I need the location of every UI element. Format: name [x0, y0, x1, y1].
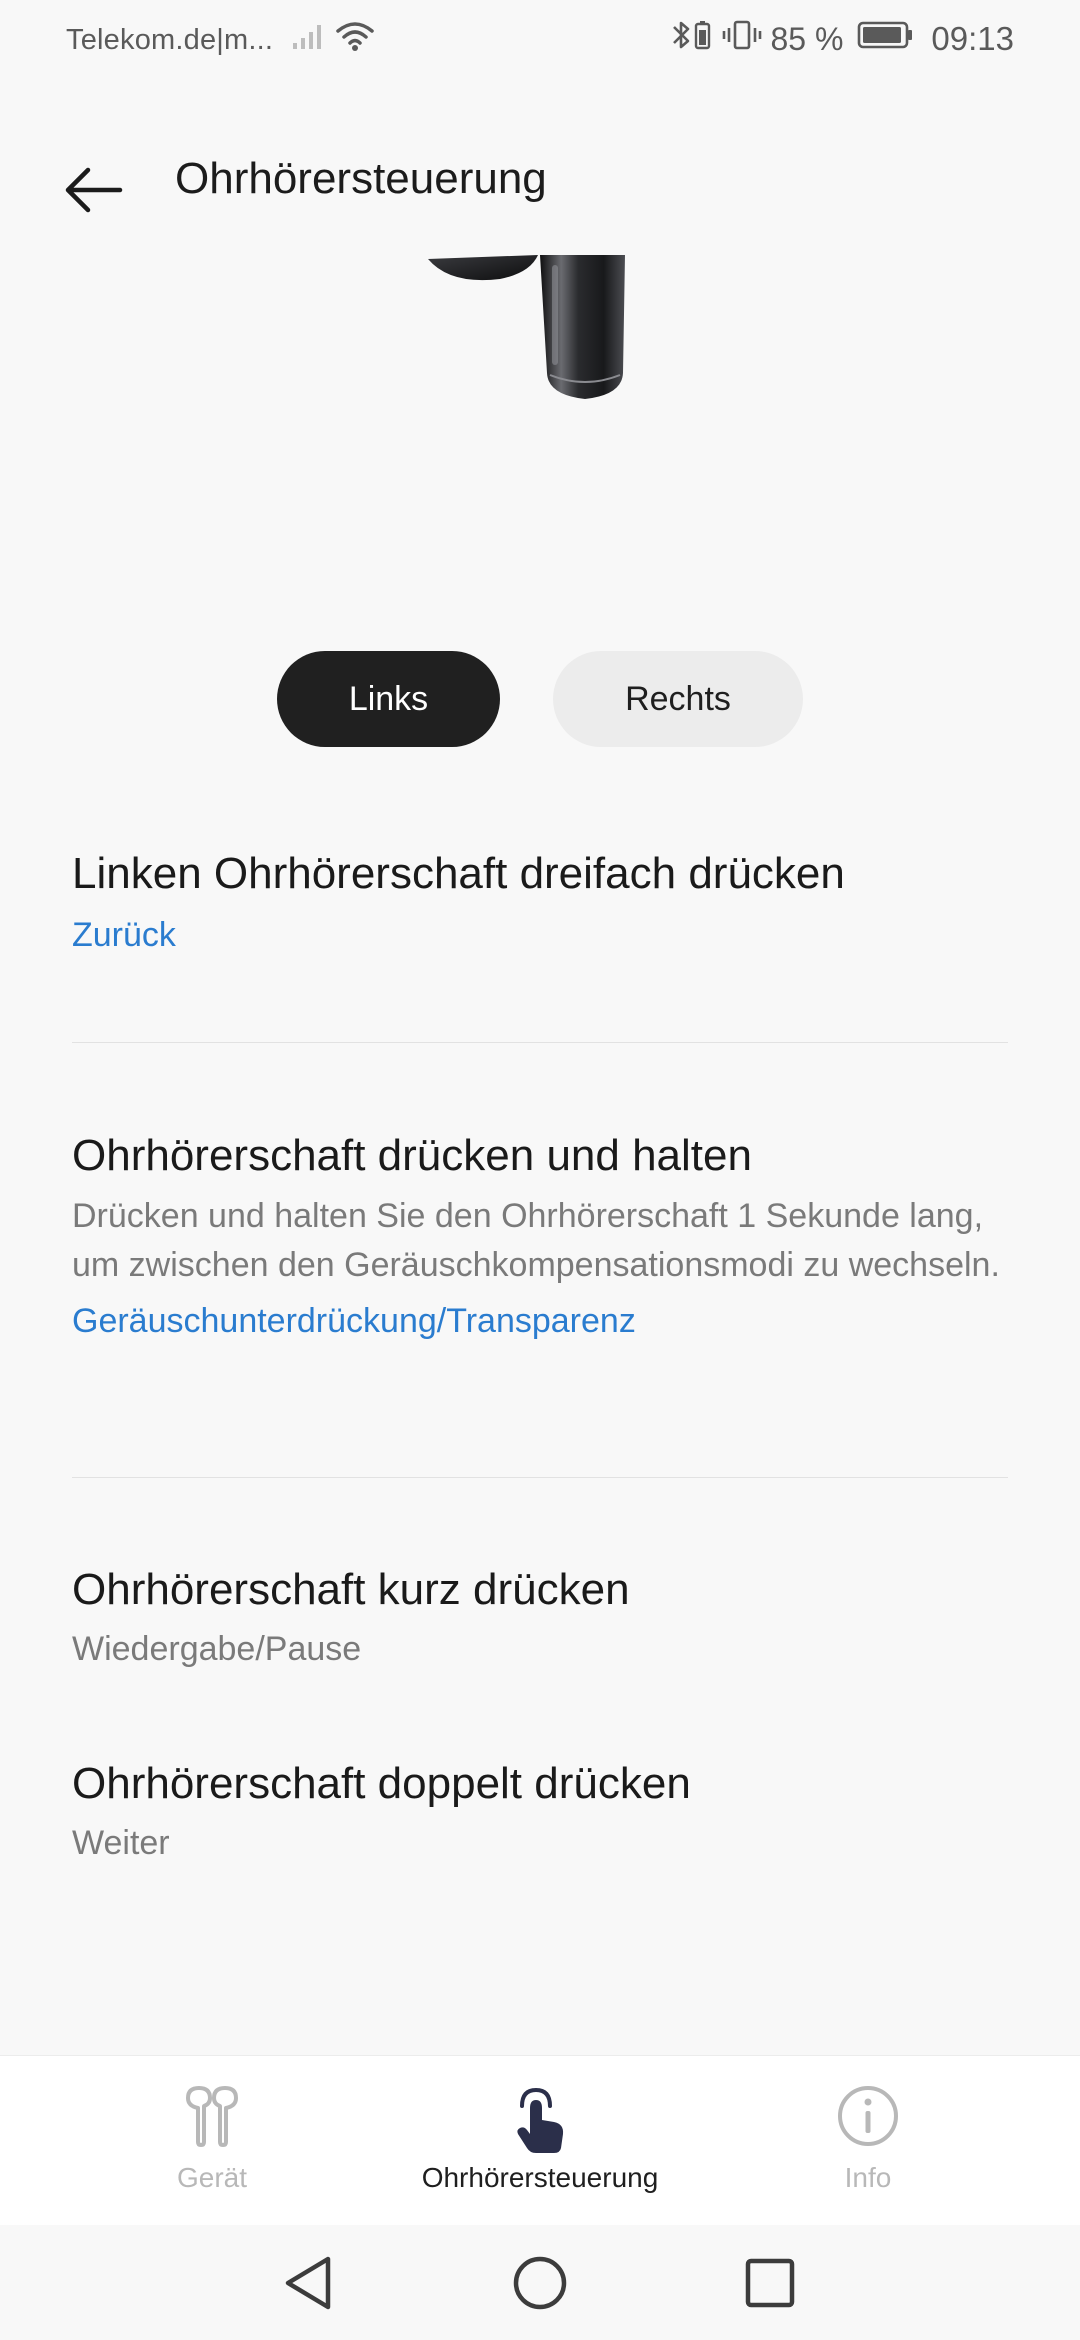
earbud-product-image: [410, 255, 650, 455]
info-icon: [836, 2084, 900, 2154]
square-recents-icon: [745, 2258, 795, 2308]
page-title: Ohrhörersteuerung: [175, 154, 547, 203]
carrier-name: Telekom.de|m...: [66, 23, 274, 56]
back-button[interactable]: [58, 162, 130, 218]
nav-item-controls[interactable]: Ohrhörersteuerung: [380, 2056, 700, 2226]
system-navigation-bar: [0, 2225, 1080, 2340]
setting-press-and-hold[interactable]: Ohrhörerschaft drücken und halten Drücke…: [72, 1128, 1008, 1344]
divider: [72, 1477, 1008, 1478]
circle-home-icon: [513, 2256, 567, 2310]
tab-right[interactable]: Rechts: [553, 651, 803, 747]
earbuds-icon: [180, 2084, 244, 2154]
signal-icon: [291, 21, 327, 59]
setting-short-press[interactable]: Ohrhörerschaft kurz drücken Wiedergabe/P…: [72, 1562, 1008, 1672]
back-arrow-icon: [65, 167, 123, 213]
nav-item-device[interactable]: Gerät: [112, 2056, 312, 2226]
setting-value: Zurück: [72, 916, 176, 954]
triangle-back-icon: [285, 2256, 331, 2310]
status-right: 85 % 09:13: [670, 18, 1014, 60]
vibrate-icon: [722, 18, 762, 60]
tab-left-label: Links: [348, 679, 429, 718]
bottom-navigation: Gerät Ohrhörersteuerung Info: [0, 2055, 1080, 2226]
app-header: Ohrhörersteuerung: [0, 140, 1080, 240]
setting-title: Linken Ohrhörerschaft dreifach drücken: [72, 849, 845, 898]
nav-label: Gerät: [176, 2162, 248, 2193]
app-screen: Telekom.de|m... 85 % 09:13 Ohrhörersteue…: [0, 0, 1080, 2340]
system-home-button[interactable]: [510, 2253, 570, 2313]
nav-label: Info: [844, 2162, 892, 2193]
tab-right-label: Rechts: [625, 679, 731, 718]
setting-title: Ohrhörerschaft kurz drücken: [72, 1565, 630, 1614]
nav-label: Ohrhörersteuerung: [421, 2162, 659, 2193]
tab-left[interactable]: Links: [277, 651, 500, 747]
setting-title: Ohrhörerschaft drücken und halten: [72, 1131, 752, 1180]
status-bar: Telekom.de|m... 85 % 09:13: [0, 0, 1080, 78]
divider: [72, 1042, 1008, 1043]
setting-triple-press[interactable]: Linken Ohrhörerschaft dreifach drücken Z…: [72, 846, 1008, 958]
nav-item-info[interactable]: Info: [768, 2056, 968, 2226]
tap-gesture-icon: [508, 2084, 572, 2154]
setting-description: Drücken und halten Sie den Ohrhörerschaf…: [72, 1197, 1000, 1284]
system-back-button[interactable]: [280, 2253, 340, 2313]
setting-value: Geräuschunterdrückung/Transparenz: [72, 1302, 636, 1340]
wifi-icon: [335, 20, 375, 60]
setting-value: Weiter: [72, 1824, 170, 1862]
status-left: Telekom.de|m...: [66, 20, 375, 60]
battery-icon: [857, 20, 915, 58]
clock: 09:13: [931, 20, 1014, 57]
setting-double-press[interactable]: Ohrhörerschaft doppelt drücken Weiter: [72, 1756, 1008, 1866]
setting-title: Ohrhörerschaft doppelt drücken: [72, 1759, 691, 1808]
bluetooth-battery-icon: [670, 18, 714, 60]
setting-value: Wiedergabe/Pause: [72, 1630, 362, 1668]
battery-percent: 85 %: [770, 20, 844, 57]
system-recents-button[interactable]: [740, 2253, 800, 2313]
